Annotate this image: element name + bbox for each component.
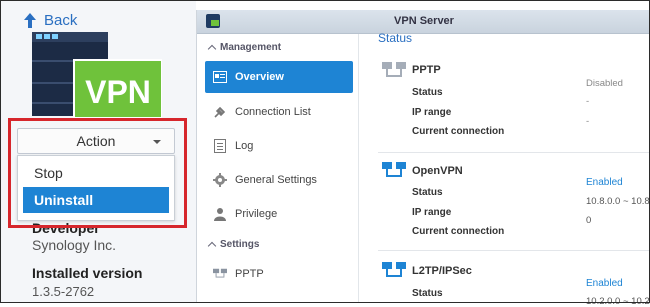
section-label: Settings [220,239,260,250]
protocol-title-openvpn: OpenVPN [412,165,463,177]
chevron-up-icon [207,44,217,54]
l2tp-ip-range-value: 10.2.0.0 ~ 10.2 [586,296,650,307]
window-title: VPN Server [394,15,454,27]
gear-icon [213,173,227,187]
network-computers-icon [382,62,406,77]
pptp-status-value: Disabled [586,78,623,89]
openvpn-current-connection-value: 0 [586,215,592,226]
installed-version-label: Installed version [32,265,143,281]
sidebar-item-connection-list[interactable]: Connection List [205,96,353,128]
vpn-server-logo: VPN [32,32,162,118]
row-label-current-connection: Current connection [412,226,505,237]
menu-item-stop[interactable]: Stop [18,160,174,186]
package-detail-panel: Back VPN Action Stop Uninstall Developer… [0,0,196,303]
chevron-down-icon [153,140,161,144]
l2tp-status-value: Enabled [586,278,623,289]
divider [378,250,650,251]
sidebar-item-overview[interactable]: Overview [205,61,353,93]
section-label: Management [220,42,282,53]
pptp-ip-range-value: - [586,96,590,107]
sidebar-item-log[interactable]: Log [205,130,353,162]
protocol-title-l2tp-ipsec: L2TP/IPSec [412,265,472,277]
sidebar-item-label: Overview [235,71,284,83]
row-label-current-connection: Current connection [412,126,505,137]
back-arrow-icon [24,13,36,28]
network-computers-icon [382,262,406,277]
section-management[interactable]: Management [207,42,282,54]
protocol-title-pptp: PPTP [412,64,441,76]
user-icon [213,207,227,221]
section-settings[interactable]: Settings [207,239,260,251]
plug-icon [213,105,227,119]
overview-content: Status PPTP Status Disabled IP range - C… [360,31,650,307]
back-label: Back [44,12,78,29]
vpn-server-window: VPN Server Management Overview Connectio… [196,10,650,307]
openvpn-status-value: Enabled [586,177,623,188]
status-heading: Status [378,31,413,45]
action-dropdown-menu: Stop Uninstall [17,155,175,221]
row-label-status: Status [412,187,443,198]
sidebar-item-general-settings[interactable]: General Settings [205,164,353,196]
back-link[interactable]: Back [22,12,77,29]
pptp-current-connection-value: - [586,116,590,127]
window-titlebar[interactable]: VPN Server [197,10,650,34]
openvpn-ip-range-value: 10.8.0.0 ~ 10.8 [586,196,650,207]
document-icon [213,139,227,153]
sidebar-item-label: PPTP [235,268,264,280]
sidebar-item-pptp[interactable]: PPTP [205,258,353,290]
network-computers-icon [382,162,406,177]
menu-item-uninstall[interactable]: Uninstall [23,187,169,213]
network-icon [213,267,227,281]
sidebar-item-label: General Settings [235,174,317,186]
row-label-status: Status [412,288,443,299]
developer-value: Synology Inc. [32,237,117,253]
row-label-ip-range: IP range [412,107,452,118]
action-label: Action [76,133,116,149]
chevron-up-icon [207,241,217,251]
sidebar: Management Overview Connection List Log [197,34,359,303]
sidebar-item-label: Privilege [235,208,278,220]
sidebar-item-label: Log [235,140,254,152]
overview-icon [213,70,227,84]
sidebar-item-label: Connection List [235,106,311,118]
sidebar-item-privilege[interactable]: Privilege [205,198,353,230]
action-button[interactable]: Action [17,128,175,154]
row-label-ip-range: IP range [412,207,452,218]
divider [378,152,650,153]
logo-text: VPN [85,74,151,110]
row-label-status: Status [412,87,443,98]
installed-version-value: 1.3.5-2762 [32,284,95,299]
